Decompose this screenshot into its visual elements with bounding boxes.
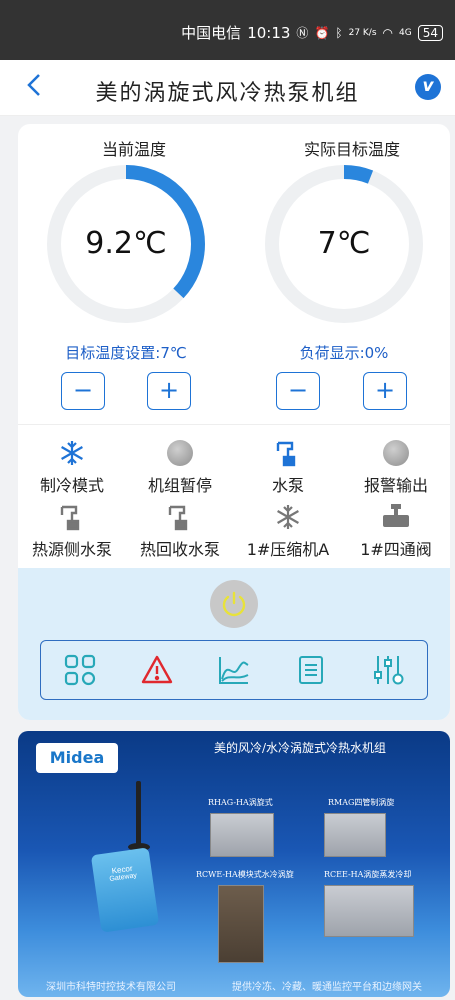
product-label: RMAG四管制涡旋 [328, 798, 395, 807]
status-bar: 中国电信 10:13 Ⓝ ⏰ ᛒ 27 K/s ◠ 4G 54 [0, 0, 455, 60]
status-compressor-a: 1#压缩机A [235, 502, 341, 560]
current-temp-label: 当前温度 [101, 140, 166, 159]
target-temp-value: 7℃ [317, 226, 371, 261]
snowflake-icon [273, 502, 303, 532]
status-label: 热回收水泵 [139, 540, 220, 559]
status-heat-recovery-pump: 热回收水泵 [127, 502, 233, 560]
status-label: 1#四通阀 [360, 540, 432, 559]
status-label: 制冷模式 [39, 476, 104, 495]
pump-icon [273, 438, 303, 468]
load-decrease-button[interactable]: − [276, 372, 320, 410]
carrier-name: 中国电信 [181, 24, 242, 42]
status-label: 机组暂停 [147, 476, 212, 495]
status-unit-pause: 机组暂停 [127, 438, 233, 496]
target-decrease-button[interactable]: − [61, 372, 105, 410]
status-label: 报警输出 [363, 476, 428, 495]
wifi-icon: ◠ [382, 25, 394, 40]
midea-logo: Midea [36, 743, 118, 773]
list-icon[interactable] [291, 650, 331, 690]
signal-label: 4G [399, 27, 412, 38]
target-increase-button[interactable]: + [147, 372, 191, 410]
chart-icon[interactable] [214, 650, 254, 690]
grey-indicator-icon [165, 438, 195, 468]
battery-icon: 54 [417, 24, 443, 41]
status-water-pump: 水泵 [235, 438, 341, 496]
banner-footer-company: 深圳市科特时控技术有限公司 [46, 982, 176, 993]
banner-footer-service: 提供冷冻、冷藏、暖通监控平台和边缘网关 [232, 982, 422, 993]
alarm-icon: ⏰ [314, 25, 330, 40]
nfc-icon: Ⓝ [296, 26, 309, 40]
current-temp-value: 9.2℃ [85, 226, 167, 261]
target-temp-label: 实际目标温度 [303, 140, 400, 159]
clock: 10:13 [247, 23, 291, 42]
settings-sliders-icon[interactable] [368, 650, 408, 690]
warning-icon[interactable] [137, 650, 177, 690]
status-four-way-valve: 1#四通阀 [343, 502, 449, 560]
banner-title: 美的风冷/水冷涡旋式冷热水机组 [214, 741, 387, 755]
product-image-rhag [210, 813, 274, 857]
valve-icon [381, 502, 411, 532]
current-temp-gauge: 9.2℃ [44, 162, 208, 326]
banner-footer: 深圳市科特时控技术有限公司 提供冷冻、冷藏、暖通监控平台和边缘网关 [18, 978, 450, 993]
status-label: 水泵 [271, 476, 304, 495]
bluetooth-icon: ᛒ [335, 25, 343, 40]
product-label: RCEE-HA涡旋蒸发冷却 [324, 870, 412, 879]
control-card: 当前温度 9.2℃ 实际目标温度 7℃ 目标温度设置:7℃ 负荷显示:0% − … [18, 124, 450, 720]
load-display-text: 负荷显示:0% [299, 344, 389, 362]
product-label: RCWE-HA模块式水冷涡旋 [196, 870, 294, 879]
toolbar [40, 640, 428, 700]
target-temp-gauge: 7℃ [262, 162, 426, 326]
load-increase-button[interactable]: + [363, 372, 407, 410]
target-setting-text: 目标温度设置:7℃ [65, 344, 187, 362]
product-image-rcee [324, 885, 414, 937]
status-label: 1#压缩机A [246, 540, 330, 559]
grid-icon[interactable] [60, 650, 100, 690]
product-image-rmag [324, 813, 386, 857]
status-alarm-output: 报警输出 [343, 438, 449, 496]
page-title: 美的涡旋式风冷热泵机组 [95, 81, 360, 106]
action-panel [18, 568, 450, 720]
status-cooling-mode: 制冷模式 [19, 438, 125, 496]
gateway-device-image: Kecor Gateway [90, 847, 160, 933]
product-image-rcwe [218, 885, 264, 963]
power-button[interactable] [210, 580, 258, 628]
product-label: RHAG-HA涡旋式 [208, 798, 273, 807]
divider [18, 424, 450, 425]
net-speed: 27 K/s [348, 27, 377, 38]
pump-icon [57, 502, 87, 532]
status-label: 热源侧水泵 [31, 540, 112, 559]
snowflake-icon [57, 438, 87, 468]
antenna-image [136, 781, 141, 849]
status-heat-source-pump: 热源侧水泵 [19, 502, 125, 560]
app-bar: 美的涡旋式风冷热泵机组 v [0, 60, 455, 116]
brand-logo-icon[interactable]: v [415, 74, 441, 100]
grey-indicator-icon [381, 438, 411, 468]
pump-icon [165, 502, 195, 532]
promo-banner[interactable]: Midea 美的风冷/水冷涡旋式冷热水机组 Kecor Gateway RHAG… [18, 731, 450, 997]
